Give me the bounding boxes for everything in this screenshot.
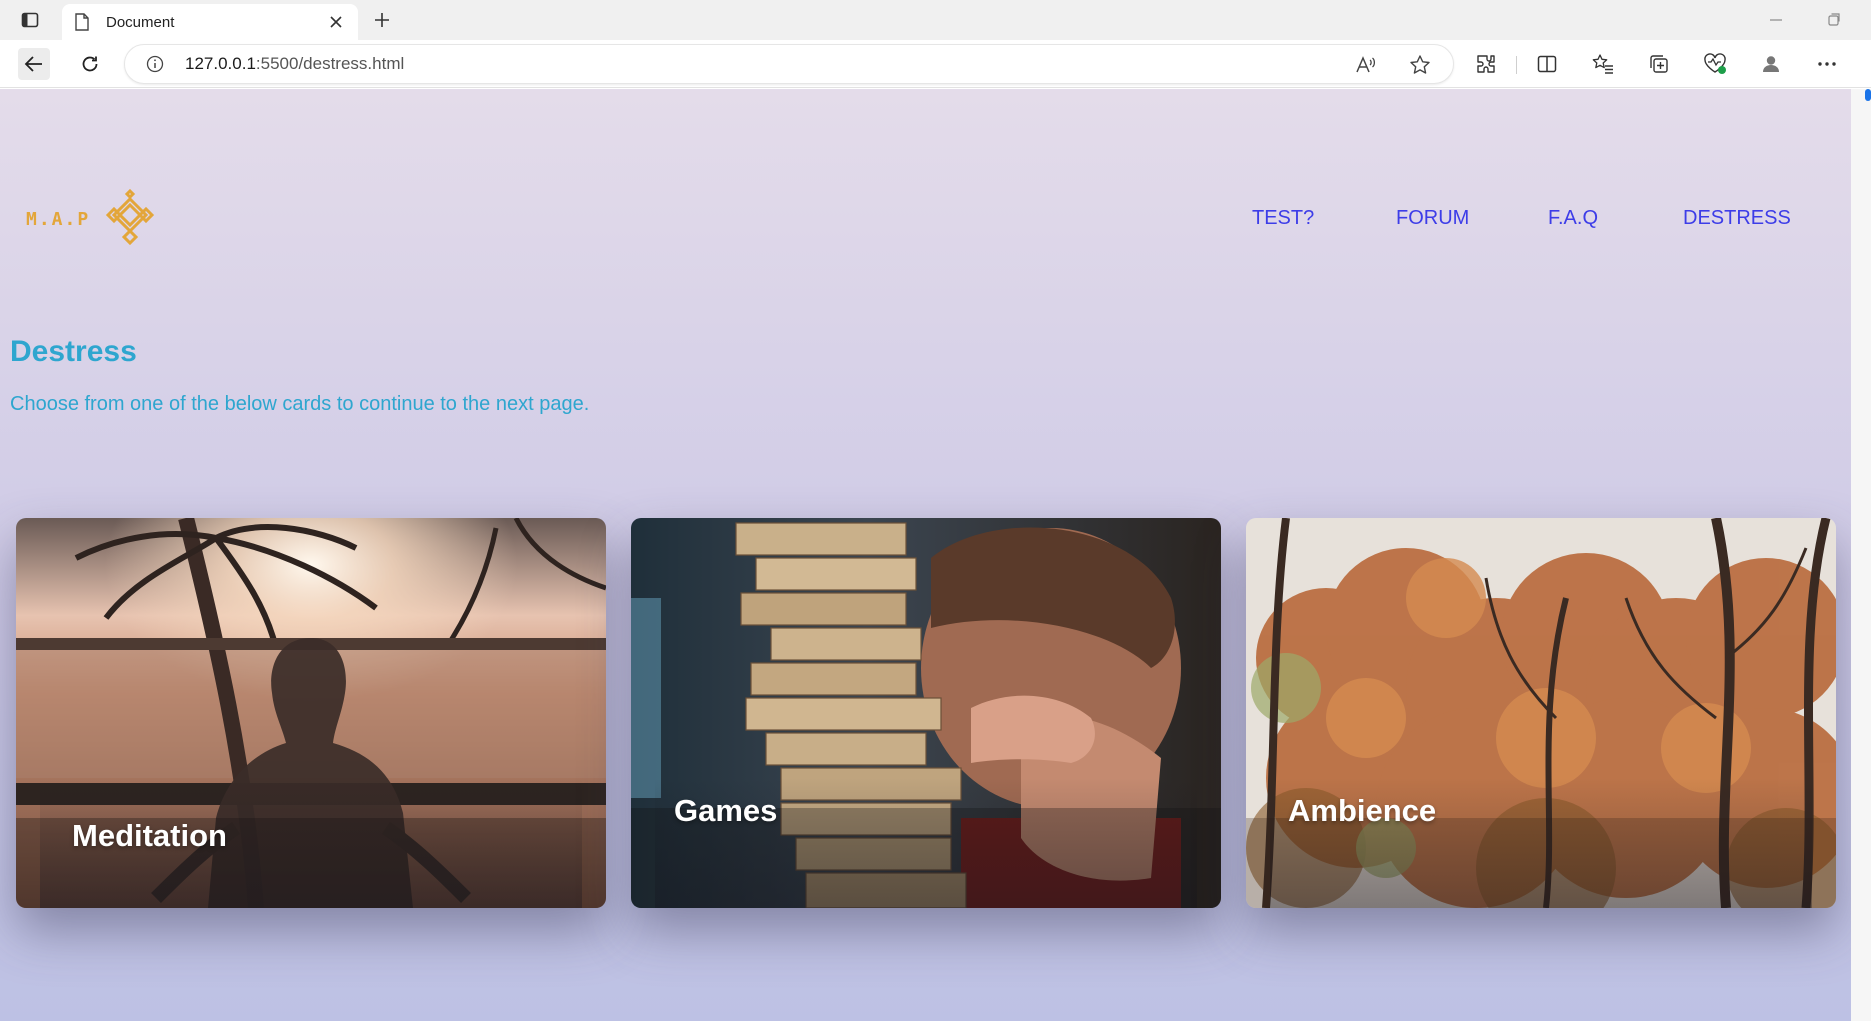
nav-link-forum[interactable]: FORUM <box>1396 207 1469 230</box>
card-ambience[interactable]: Ambience <box>1246 518 1836 908</box>
new-tab-icon[interactable] <box>368 8 396 32</box>
collections-icon[interactable] <box>1647 52 1671 76</box>
read-aloud-icon[interactable] <box>1355 54 1377 76</box>
toolbar-divider <box>1516 56 1517 74</box>
favorites-icon[interactable] <box>1591 52 1615 76</box>
card-label-games: Games <box>674 793 778 828</box>
scrollbar-edge <box>1865 89 1871 101</box>
close-tab-icon[interactable] <box>326 12 346 32</box>
minimize-icon[interactable] <box>1766 10 1786 30</box>
reload-icon[interactable] <box>74 48 106 80</box>
nav-link-destress[interactable]: DESTRESS <box>1683 207 1791 230</box>
site-info-icon[interactable] <box>145 54 165 74</box>
page-viewport: M.A.P TEST? FORUM F.A.Q DESTRESS Destres… <box>0 89 1851 1021</box>
nav-link-test[interactable]: TEST? <box>1252 207 1314 230</box>
page-subtitle: Choose from one of the below cards to co… <box>10 393 590 415</box>
profile-icon[interactable] <box>1759 52 1783 76</box>
restore-icon[interactable] <box>1824 10 1844 30</box>
nav-link-faq[interactable]: F.A.Q <box>1548 207 1598 230</box>
browser-toolbar: 127.0.0.1:5500/destress.html <box>0 40 1871 88</box>
logo-text: M.A.P <box>26 208 91 230</box>
url-host: 127.0.0.1 <box>185 54 256 73</box>
favorite-star-icon[interactable] <box>1409 54 1431 76</box>
page-scrollbar[interactable] <box>1851 89 1871 1021</box>
browser-tab[interactable]: Document <box>62 4 358 40</box>
tab-title: Document <box>106 13 175 31</box>
split-screen-icon[interactable] <box>1535 52 1559 76</box>
extensions-icon[interactable] <box>1474 52 1498 76</box>
card-label-meditation: Meditation <box>72 818 227 853</box>
browser-tab-bar: Document <box>0 0 1871 40</box>
site-logo[interactable]: M.A.P <box>26 187 176 251</box>
address-bar[interactable]: 127.0.0.1:5500/destress.html <box>124 44 1454 84</box>
browser-essentials-icon[interactable] <box>1703 52 1727 76</box>
more-options-icon[interactable] <box>1815 52 1839 76</box>
back-icon[interactable] <box>18 48 50 80</box>
url-path: :5500/destress.html <box>255 54 405 73</box>
card-games[interactable]: Games <box>631 518 1221 908</box>
document-icon <box>74 13 90 31</box>
page-title: Destress <box>10 335 137 368</box>
card-meditation[interactable]: Meditation <box>16 518 606 908</box>
tab-actions-icon[interactable] <box>16 8 44 32</box>
diamond-logo-icon <box>106 188 155 246</box>
card-label-ambience: Ambience <box>1288 793 1437 828</box>
